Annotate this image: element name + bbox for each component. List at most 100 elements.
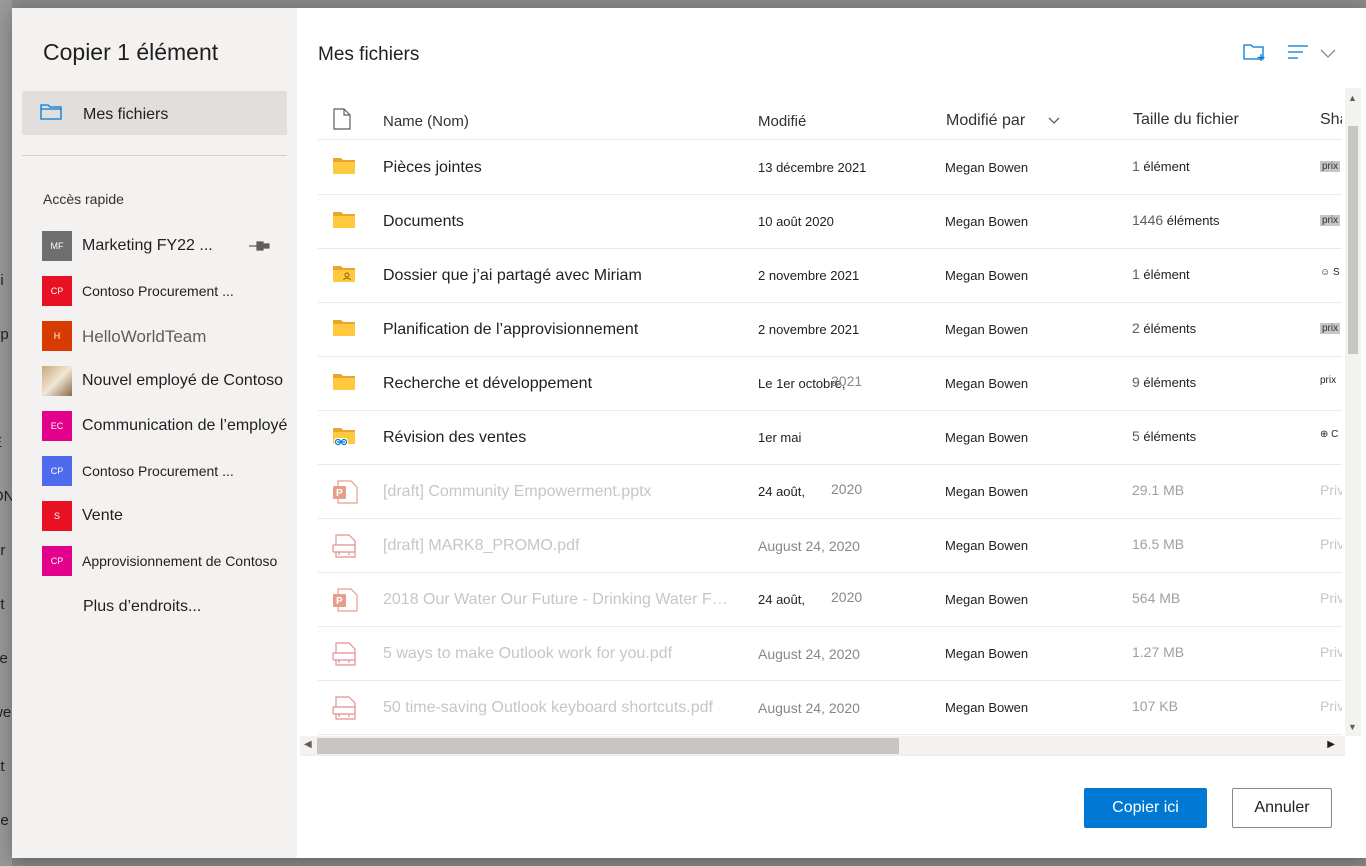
horizontal-scroll-thumb[interactable] [317, 738, 899, 754]
scroll-left-icon[interactable]: ◀ [304, 739, 312, 750]
site-avatar: CP [42, 276, 72, 306]
table-row[interactable]: Pièces jointes 13 décembre 2021 Megan Bowe… [318, 141, 1342, 195]
file-name[interactable]: Planification de l’approvisionnement [383, 321, 638, 339]
table-row[interactable]: Révision des ventes 1er mai Megan Bowen 5 é… [318, 411, 1342, 465]
folder-icon [332, 156, 356, 181]
cancel-button[interactable]: Annuler [1232, 788, 1332, 828]
quick-access-item[interactable]: Nouvel employé de Contoso [42, 366, 297, 396]
vertical-scroll-thumb[interactable] [1348, 126, 1358, 354]
file-name[interactable]: Dossier que j’ai partagé avec Miriam [383, 267, 642, 285]
quick-access-item[interactable]: CP Contoso Procurement ... [42, 276, 297, 306]
dialog-title: Copier 1 élément [43, 39, 219, 65]
file-name[interactable]: Documents [383, 213, 464, 231]
file-size: 29.1 MB [1132, 482, 1185, 498]
vertical-scrollbar[interactable]: ▲ ▼ [1345, 88, 1361, 736]
quick-access-heading: Accès rapide [43, 191, 124, 207]
table-row[interactable]: 50 time-saving Outlook keyboard shortcut… [318, 681, 1342, 735]
bg-fragment: at [0, 758, 5, 775]
new-folder-icon[interactable] [1243, 42, 1267, 67]
horizontal-scrollbar[interactable]: ◀ ▶ [300, 736, 1345, 756]
quick-access-item[interactable]: CP Approvisionnement de Contoso [42, 546, 297, 576]
site-avatar: H [42, 321, 72, 351]
item-unit: élément [1143, 159, 1190, 174]
scroll-down-icon[interactable]: ▼ [1348, 722, 1357, 732]
item-unit: éléments [1143, 321, 1197, 336]
bg-fragment: ut [0, 596, 5, 613]
site-avatar: CP [42, 456, 72, 486]
quick-access-item[interactable]: EC Communication de l’employé [42, 411, 297, 441]
pdf-file-icon [332, 642, 358, 671]
scroll-up-icon[interactable]: ▲ [1348, 93, 1357, 103]
item-count: 2 [1132, 320, 1140, 336]
quick-access-label: Contoso Procurement ... [82, 283, 234, 299]
item-count: 9 [1132, 374, 1140, 390]
modified-year: 2021 [831, 373, 863, 389]
table-row[interactable]: Planification de l’approvisionnement 2 no… [318, 303, 1342, 357]
modified-date: 2 novembre 2021 [758, 268, 860, 283]
more-places-link[interactable]: Plus d’endroits... [83, 598, 201, 616]
file-name[interactable]: 2018 Our Water Our Future - Drinking Wat… [383, 591, 735, 609]
file-name[interactable]: Révision des ventes [383, 429, 526, 447]
sharing-status: prix [1320, 323, 1341, 334]
site-avatar: MF [42, 231, 72, 261]
file-name[interactable]: 5 ways to make Outlook work for you.pdf [383, 645, 672, 663]
background-app: h ni op E ON ur ut tle we at ge [0, 0, 12, 866]
modified-date: 24 août, [758, 592, 805, 607]
column-header-row: Name (Nom) Modifié Modifié par Taille du… [318, 88, 1342, 140]
sharing-status: Priv [1320, 590, 1342, 606]
table-row[interactable]: 5 ways to make Outlook work for you.pdf A… [318, 627, 1342, 681]
modified-by: Megan Bowen [945, 214, 1029, 229]
quick-access-item[interactable]: H HelloWorldTeam [42, 321, 297, 351]
file-size: 1446 éléments [1132, 212, 1220, 228]
file-name[interactable]: Pièces jointes [383, 159, 482, 177]
quick-access-label: Approvisionnement de Contoso [82, 553, 278, 569]
table-row[interactable]: Dossier que j’ai partagé avec Miriam 2 no… [318, 249, 1342, 303]
table-row[interactable]: [draft] MARK8_PROMO.pdf August 24, 2020 Me… [318, 519, 1342, 573]
file-browser: Mes fichiers Name (Nom) Modifié Modifié … [297, 8, 1366, 858]
quick-access-item[interactable]: MF Marketing FY22 ... [42, 231, 297, 261]
site-avatar [42, 366, 72, 396]
file-name[interactable]: [draft] Community Empowerment.pptx [383, 483, 652, 501]
sort-icon[interactable] [1287, 44, 1309, 65]
modified-year: 2020 [831, 481, 863, 497]
file-size: 5 éléments [1132, 428, 1196, 444]
modified-by: Megan Bowen [945, 322, 1029, 337]
column-header-size[interactable]: Taille du fichier [1133, 111, 1239, 129]
file-name[interactable]: 50 time-saving Outlook keyboard shortcut… [383, 699, 713, 717]
file-name[interactable]: Recherche et développement [383, 375, 592, 393]
column-header-modified-by[interactable]: Modifié par [946, 112, 1025, 130]
file-name[interactable]: [draft] MARK8_PROMO.pdf [383, 537, 580, 555]
pin-icon[interactable] [248, 239, 270, 257]
table-row[interactable]: Recherche et développement Le 1er octobre… [318, 357, 1342, 411]
pdf-file-icon [332, 534, 358, 563]
quick-access-item[interactable]: S Vente [42, 501, 297, 531]
column-header-sharing[interactable]: Sha [1320, 111, 1342, 129]
modified-by: Megan Bowen [945, 484, 1029, 499]
table-row[interactable]: P 2018 Our Water Our Future - Drinking Wa… [318, 573, 1342, 627]
sort-chevron-icon[interactable] [1048, 112, 1060, 129]
file-type-icon[interactable] [333, 108, 351, 134]
sharing-status: Priv [1320, 644, 1342, 660]
quick-access-item[interactable]: CP Contoso Procurement ... [42, 456, 297, 486]
sharing-status: ☺ S [1320, 267, 1340, 278]
chevron-down-icon[interactable] [1320, 46, 1336, 64]
sharing-status: Priv [1320, 536, 1342, 552]
copy-here-button[interactable]: Copier ici [1084, 788, 1207, 828]
sharing-status: Priv [1320, 482, 1342, 498]
item-unit: éléments [1143, 429, 1197, 444]
sidebar-item-my-files[interactable]: Mes fichiers [22, 91, 287, 135]
sharing-status: prix [1320, 215, 1341, 226]
table-row[interactable]: Documents 10 août 2020 Megan Bowen 1446 élé… [318, 195, 1342, 249]
column-header-modified[interactable]: Modifié [758, 113, 806, 130]
location-sidebar: Copier 1 élément Mes fichiers Accès rapi… [12, 8, 297, 858]
pdf-file-icon [332, 696, 358, 725]
sidebar-divider [22, 155, 287, 156]
modified-by: Megan Bowen [945, 160, 1029, 175]
site-avatar: S [42, 501, 72, 531]
column-header-name[interactable]: Name (Nom) [383, 113, 469, 130]
quick-access-label: HelloWorldTeam [82, 327, 207, 346]
scroll-right-icon[interactable]: ▶ [1327, 739, 1335, 750]
page-title: Mes fichiers [318, 44, 420, 65]
file-size: 16.5 MB [1132, 536, 1185, 552]
table-row[interactable]: P [draft] Community Empowerment.pptx 24 ao… [318, 465, 1342, 519]
